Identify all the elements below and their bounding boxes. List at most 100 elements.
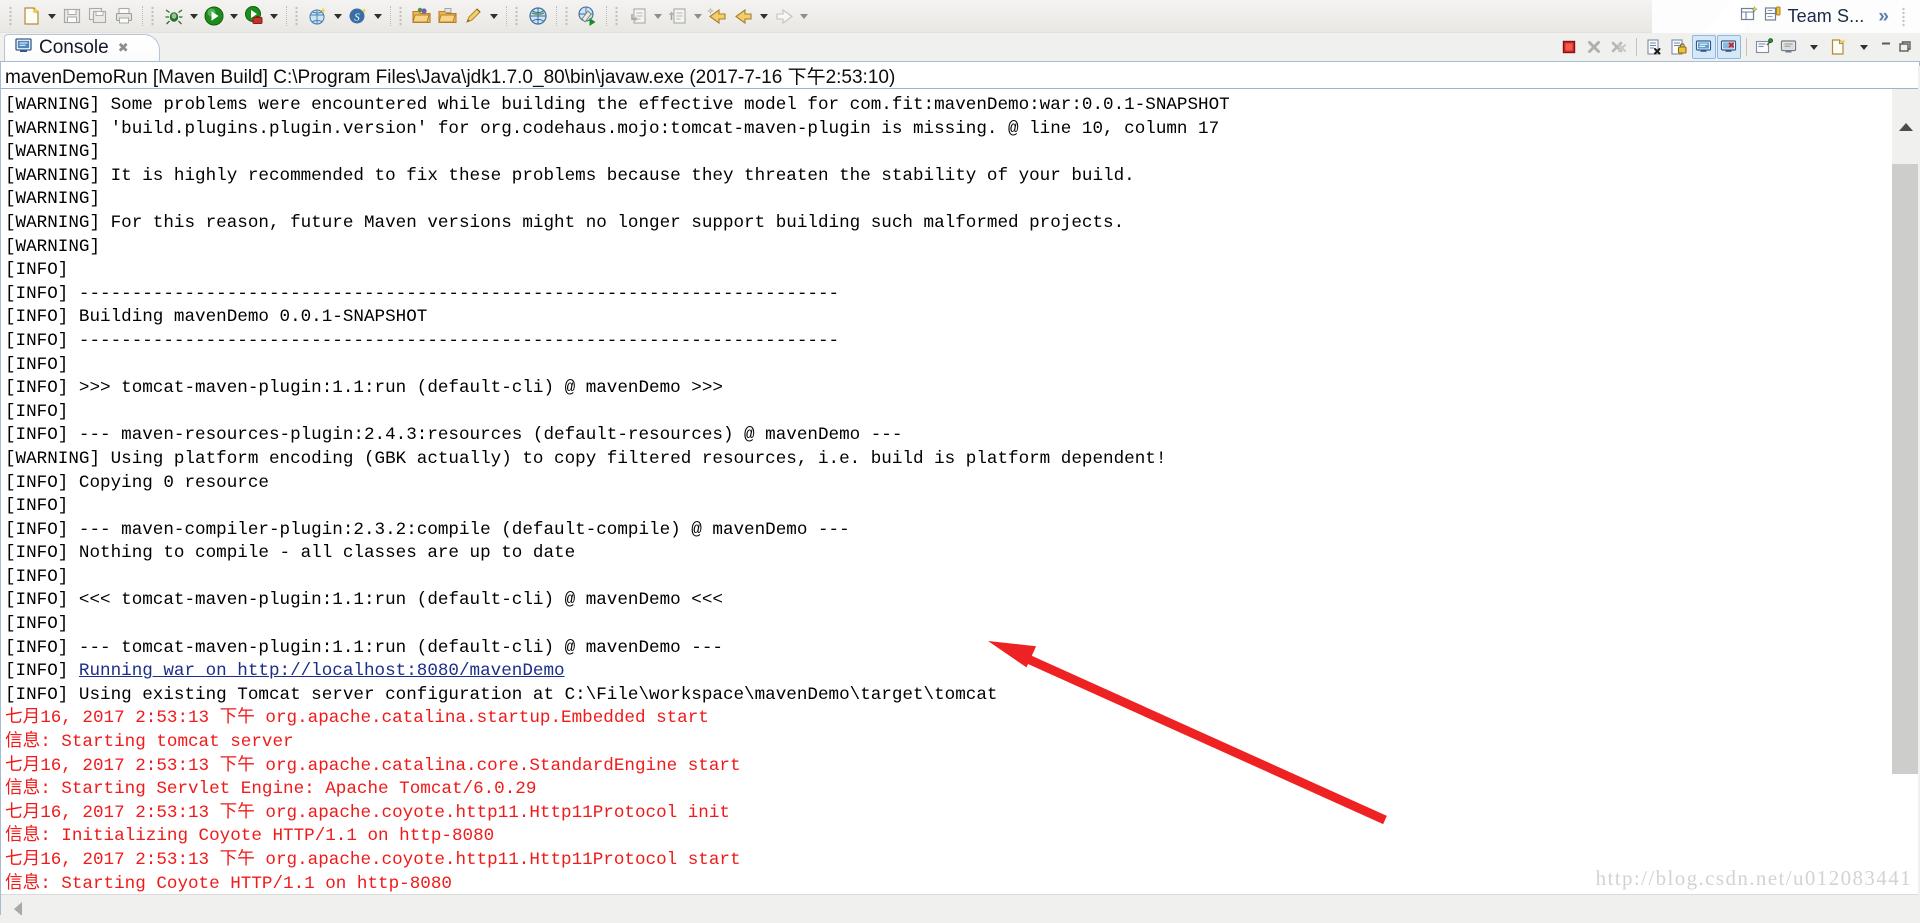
scroll-up-arrow-icon[interactable] [1892, 89, 1920, 164]
console-frame: mavenDemoRun [Maven Build] C:\Program Fi… [0, 61, 1920, 923]
back-icon[interactable] [731, 4, 757, 29]
toolbar-separator [1636, 38, 1637, 56]
run-external-tools-icon[interactable] [241, 4, 267, 29]
console-line: [INFO] ---------------------------------… [5, 330, 840, 351]
back-dropdown[interactable] [757, 4, 771, 29]
console-line: [INFO] <<< tomcat-maven-plugin:1.1:run (… [5, 590, 723, 611]
perspective-label[interactable]: Team S... [1787, 6, 1864, 27]
console-line: [WARNING] It is highly recommended to fi… [5, 165, 1135, 186]
new-wizard-icon[interactable] [19, 4, 45, 29]
scroll-lock-button[interactable] [1667, 35, 1691, 59]
remove-launch-button [1582, 35, 1606, 59]
update-dropdown[interactable] [691, 4, 705, 29]
console-line: 信息: Initializing Coyote HTTP/1.1 on http… [5, 826, 495, 847]
console-line: [INFO] --- tomcat-maven-plugin:1.1:run (… [5, 637, 723, 658]
vertical-scrollbar-track[interactable] [1892, 164, 1920, 894]
console-output[interactable]: [WARNING] Some problems were encountered… [1, 89, 1887, 894]
console-launch-header-text: mavenDemoRun [Maven Build] C:\Program Fi… [5, 66, 896, 88]
console-icon [15, 37, 32, 59]
console-line: [WARNING] 'build.plugins.plugin.version'… [5, 118, 1220, 139]
console-line: [WARNING] [5, 142, 111, 163]
commit-dropdown[interactable] [651, 4, 665, 29]
pin-console-button[interactable] [1752, 35, 1776, 59]
forward-dropdown[interactable] [797, 4, 811, 29]
display-selected-console-button[interactable] [1777, 35, 1801, 59]
team-synchronizing-perspective-icon[interactable] [1763, 4, 1783, 29]
run-on-server-icon[interactable] [575, 4, 601, 29]
run-icon[interactable] [201, 4, 227, 29]
console-line: [INFO] [5, 614, 79, 635]
eclipse-window: S Team S... » Console ✖ mavenDemoRun [Ma… [0, 0, 1920, 923]
toolbar-grip-server[interactable] [564, 5, 571, 27]
run-dropdown[interactable] [227, 4, 241, 29]
open-browser-icon[interactable] [525, 4, 551, 29]
console-line: [INFO] [5, 496, 79, 517]
open-resource-icon[interactable] [409, 4, 435, 29]
open-folder-icon[interactable] [435, 4, 461, 29]
perspective-grip[interactable] [1901, 5, 1908, 28]
console-hyperlink[interactable]: Running war on http://localhost:8080/mav… [79, 661, 565, 681]
console-line: [INFO] Using existing Tomcat server conf… [5, 684, 998, 705]
toolbar-grip-search[interactable] [294, 5, 301, 27]
toolbar-grip-resource[interactable] [398, 5, 405, 27]
minimize-icon[interactable] [1877, 35, 1895, 59]
console-view-toolbar [1557, 33, 1914, 61]
new-wizard-dropdown[interactable] [45, 4, 59, 29]
forward-icon [771, 4, 797, 29]
search-dropdown[interactable] [371, 4, 385, 29]
console-line: [INFO] >>> tomcat-maven-plugin:1.1:run (… [5, 378, 723, 399]
commit-icon [625, 4, 651, 29]
console-line: [INFO] [5, 354, 79, 375]
save-icon [59, 4, 85, 29]
console-line: [INFO] Nothing to compile - all classes … [5, 543, 576, 564]
console-line: [INFO] [5, 566, 79, 587]
search-icon[interactable]: S [345, 4, 371, 29]
tab-console[interactable]: Console ✖ [4, 34, 160, 61]
open-console-dropdown[interactable] [1852, 35, 1876, 59]
console-line: [INFO] [5, 260, 79, 281]
console-line: [INFO] Copying 0 resource [5, 472, 269, 493]
toolbar-grip-web[interactable] [514, 5, 521, 27]
open-type-icon[interactable] [305, 4, 331, 29]
open-console-button[interactable] [1827, 35, 1851, 59]
show-console-on-output-button[interactable] [1717, 35, 1741, 59]
open-type-dropdown[interactable] [331, 4, 345, 29]
close-icon[interactable]: ✖ [118, 40, 129, 56]
toolbar-separator [506, 6, 507, 26]
tab-console-label: Console [39, 37, 109, 58]
console-line: [WARNING] Some problems were encountered… [5, 95, 1230, 115]
maximize-icon[interactable] [1896, 35, 1914, 59]
back-history-icon[interactable] [705, 4, 731, 29]
toolbar-separator [286, 6, 287, 26]
toolbar-grip-team[interactable] [614, 5, 621, 27]
open-perspective-icon[interactable] [1739, 4, 1759, 29]
console-line: [INFO] Building mavenDemo 0.0.1-SNAPSHOT [5, 307, 428, 328]
terminate-button[interactable] [1557, 35, 1581, 59]
display-selected-console-dropdown[interactable] [1802, 35, 1826, 59]
debug-dropdown[interactable] [187, 4, 201, 29]
toolbar-grip-run[interactable] [150, 5, 157, 27]
vertical-scrollbar[interactable] [1891, 89, 1920, 894]
main-toolbar: S Team S... » [0, 0, 1920, 33]
console-line: 七月16, 2017 2:53:13 下午 org.apache.catalin… [5, 708, 709, 729]
toggle-mark-occurrences-icon[interactable] [461, 4, 487, 29]
console-scroll-area: [WARNING] Some problems were encountered… [1, 89, 1920, 894]
clear-console-button[interactable] [1642, 35, 1666, 59]
toolbar-separator [1746, 38, 1747, 56]
console-line: [INFO] Running war on http://localhost:8… [5, 661, 565, 682]
remove-all-terminated-button [1607, 35, 1631, 59]
word-wrap-button[interactable] [1692, 35, 1716, 59]
toolbar-grip-file[interactable] [8, 5, 15, 27]
console-view: Console ✖ mavenDemoRun [Maven Build] C:\… [0, 33, 1920, 923]
console-launch-header: mavenDemoRun [Maven Build] C:\Program Fi… [1, 62, 1919, 89]
console-line: 七月16, 2017 2:53:13 下午 org.apache.catalin… [5, 755, 741, 776]
run-external-tools-dropdown[interactable] [267, 4, 281, 29]
debug-icon[interactable] [161, 4, 187, 29]
mark-dropdown[interactable] [487, 4, 501, 29]
watermark-text: http://blog.csdn.net/u012083441 [1595, 866, 1912, 890]
console-line: [WARNING] Using platform encoding (GBK a… [5, 448, 1167, 469]
perspective-overflow-chevron-icon[interactable]: » [1878, 7, 1889, 26]
vertical-scrollbar-thumb[interactable] [1892, 164, 1920, 774]
console-line: 七月16, 2017 2:53:13 下午 org.apache.coyote.… [5, 802, 730, 823]
toolbar-separator [556, 6, 557, 26]
